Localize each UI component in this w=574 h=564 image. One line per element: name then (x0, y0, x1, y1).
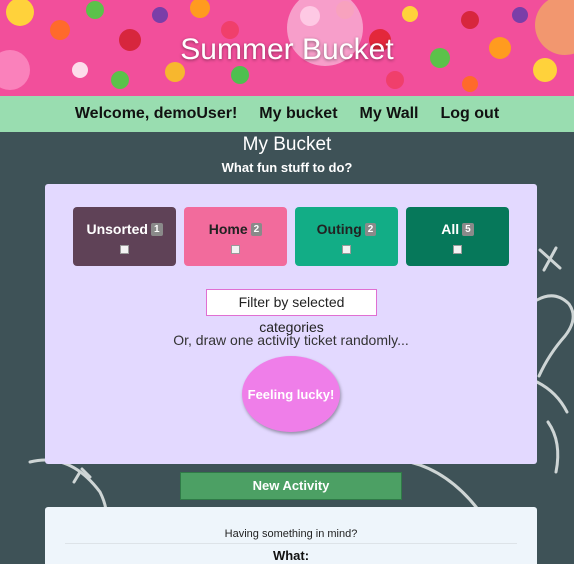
page-subtitle: What fun stuff to do? (221, 160, 353, 175)
category-count: 1 (150, 223, 163, 236)
site-title: Summer Bucket (180, 33, 394, 66)
page-title: My Bucket (242, 134, 332, 155)
what-label: What: (272, 548, 310, 563)
category-count: 5 (462, 223, 474, 236)
form-hint: Having something in mind? (224, 528, 358, 540)
new-activity-button[interactable]: New Activity (180, 472, 402, 500)
form-divider (65, 543, 517, 544)
category-label: Outing (316, 221, 362, 237)
nav-my-bucket[interactable]: My bucket (248, 105, 348, 123)
top-nav: Welcome, demoUser! My bucket My Wall Log… (0, 96, 574, 132)
category-checkbox[interactable] (342, 245, 351, 254)
bucket-panel: Unsorted 1 Home 2 Outing 2 All 5 Filter by s… (45, 184, 537, 464)
filter-button[interactable]: Filter by selected categories (206, 289, 377, 335)
category-checkbox[interactable] (231, 245, 240, 254)
nav-welcome[interactable]: Welcome, demoUser! (64, 105, 248, 123)
category-label: Home (208, 221, 248, 237)
category-count: 2 (364, 223, 377, 236)
nav-log-out[interactable]: Log out (430, 105, 511, 123)
category-unsorted[interactable]: Unsorted 1 (73, 207, 176, 266)
category-home[interactable]: Home 2 (184, 207, 287, 266)
feeling-lucky-button[interactable]: Feeling lucky! (242, 356, 340, 432)
category-checkbox[interactable] (120, 245, 129, 254)
category-label: Unsorted (86, 221, 148, 237)
nav-my-wall[interactable]: My Wall (349, 105, 430, 123)
new-activity-form: Having something in mind? What: (45, 507, 537, 564)
draw-prompt: Or, draw one activity ticket randomly... (173, 332, 409, 348)
category-label: All (441, 221, 460, 237)
category-outing[interactable]: Outing 2 (295, 207, 398, 266)
category-checkbox[interactable] (453, 245, 462, 254)
category-all[interactable]: All 5 (406, 207, 509, 266)
category-count: 2 (250, 223, 263, 236)
header-banner: Summer Bucket (0, 0, 574, 96)
